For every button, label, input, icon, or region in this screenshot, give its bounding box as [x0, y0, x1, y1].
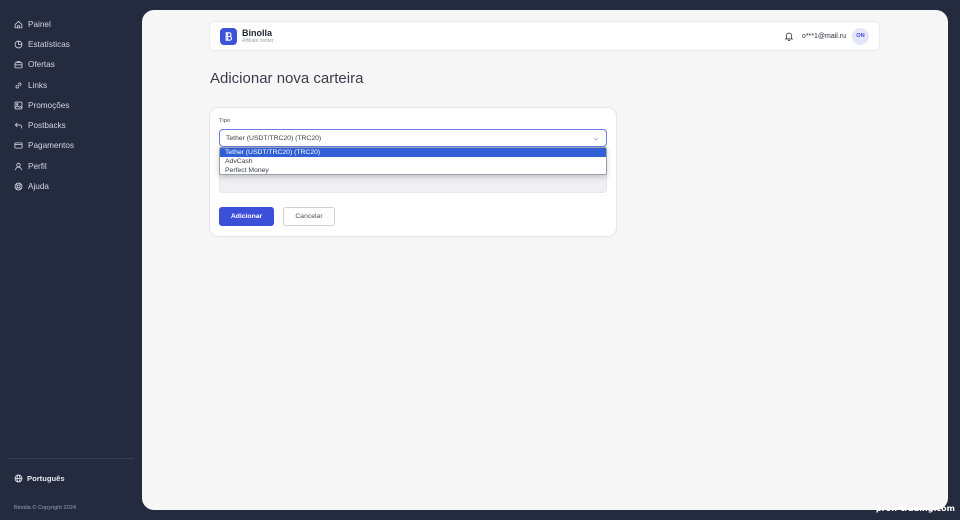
- home-icon: [14, 20, 23, 28]
- sidebar-item-links[interactable]: Links: [0, 75, 142, 95]
- header-right: o***1@mail.ru ON: [784, 27, 869, 45]
- language-selector[interactable]: Português: [14, 474, 65, 483]
- user-icon: [15, 162, 22, 170]
- sidebar: Painel Estatísticas Ofertas Links Promoç…: [0, 0, 142, 520]
- sidebar-item-promocoes[interactable]: Promoções: [0, 95, 142, 115]
- copyright: Binolla © Copyright 2024: [14, 505, 76, 511]
- dropdown-option-perfect-money[interactable]: Perfect Money: [220, 166, 606, 174]
- sidebar-nav: Painel Estatísticas Ofertas Links Promoç…: [0, 14, 142, 197]
- sidebar-item-label: Promoções: [28, 100, 70, 110]
- dropdown-option-advcash[interactable]: AdvCash: [220, 157, 606, 166]
- chevron-down-icon: [593, 137, 599, 141]
- dropdown-option-tether[interactable]: Tether (USDT/TRC20) (TRC20): [220, 148, 606, 157]
- sidebar-item-label: Postbacks: [28, 121, 66, 131]
- sidebar-item-pagamentos[interactable]: Pagamentos: [0, 136, 142, 156]
- sidebar-item-estatisticas[interactable]: Estatísticas: [0, 34, 142, 54]
- brand-name: Binolla: [242, 27, 273, 38]
- sidebar-item-label: Estatísticas: [28, 39, 70, 49]
- sidebar-item-label: Ofertas: [28, 60, 55, 70]
- main-panel: Binolla Affiliate center o***1@mail.ru O…: [142, 10, 948, 510]
- brand-subtitle: Affiliate center: [242, 37, 274, 44]
- sidebar-item-postbacks[interactable]: Postbacks: [0, 115, 142, 135]
- pie-chart-icon: [14, 40, 23, 49]
- globe-icon: [14, 474, 23, 483]
- language-label: Português: [27, 474, 65, 483]
- add-button[interactable]: Adicionar: [219, 207, 274, 226]
- credit-card-icon: [14, 142, 23, 149]
- link-icon: [15, 82, 22, 89]
- type-select-value: Tether (USDT/TRC20) (TRC20): [226, 134, 322, 142]
- sidebar-divider: [8, 458, 134, 459]
- cancel-button[interactable]: Cancelar: [283, 207, 335, 226]
- user-email[interactable]: o***1@mail.ru: [802, 33, 846, 40]
- top-header: Binolla Affiliate center o***1@mail.ru O…: [210, 22, 879, 50]
- briefcase-icon: [14, 61, 23, 69]
- sidebar-item-label: Painel: [28, 19, 51, 29]
- sidebar-item-label: Pagamentos: [28, 141, 74, 151]
- watermark: profi-trading.com: [875, 504, 955, 513]
- page-title: Adicionar nova carteira: [210, 70, 364, 87]
- sidebar-item-perfil[interactable]: Perfil: [0, 156, 142, 176]
- sidebar-item-label: Links: [28, 80, 48, 90]
- image-icon: [14, 101, 23, 110]
- type-dropdown-list: Tether (USDT/TRC20) (TRC20) AdvCash Perf…: [219, 147, 607, 175]
- reply-icon: [14, 122, 23, 129]
- lifebuoy-icon: [14, 182, 23, 191]
- type-select[interactable]: Tether (USDT/TRC20) (TRC20): [219, 129, 607, 147]
- bell-icon[interactable]: [784, 31, 794, 41]
- logo-icon: [225, 31, 233, 41]
- sidebar-item-label: Perfil: [28, 161, 47, 171]
- wallet-form-card: Tipo Tether (USDT/TRC20) (TRC20) Tether …: [210, 108, 616, 236]
- brand: Binolla Affiliate center: [242, 27, 274, 44]
- sidebar-item-label: Ajuda: [28, 182, 49, 192]
- type-label: Tipo: [219, 118, 231, 124]
- sidebar-item-ajuda[interactable]: Ajuda: [0, 176, 142, 196]
- sidebar-item-painel[interactable]: Painel: [0, 14, 142, 34]
- sidebar-item-ofertas[interactable]: Ofertas: [0, 55, 142, 75]
- brand-logo[interactable]: [220, 27, 237, 45]
- avatar[interactable]: ON: [852, 27, 869, 45]
